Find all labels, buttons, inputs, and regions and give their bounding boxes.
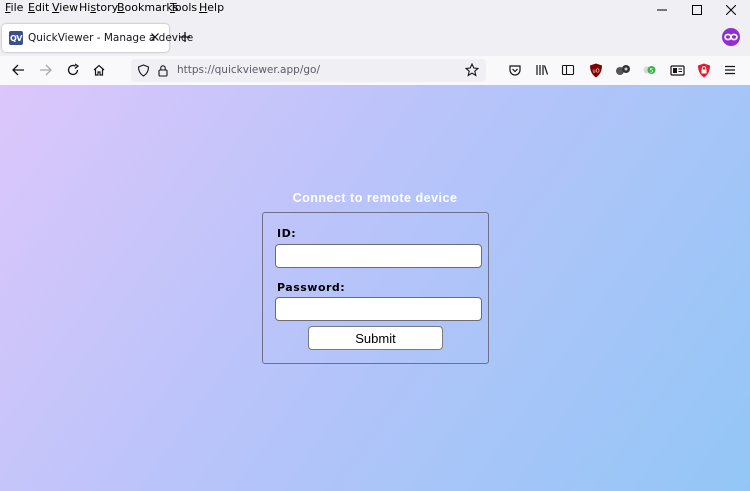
arrow-right-icon bbox=[40, 64, 52, 76]
address-bar[interactable]: https://quickviewer.app/go/ bbox=[131, 59, 486, 82]
tracking-shield-icon[interactable] bbox=[137, 64, 150, 77]
menu-history[interactable]: History bbox=[79, 1, 118, 14]
app-menu-button[interactable] bbox=[722, 62, 738, 78]
tab-close-button[interactable] bbox=[149, 31, 161, 43]
menu-help[interactable]: Help bbox=[199, 1, 224, 14]
tab-quickviewer[interactable]: QV QuickViewer - Manage a device bbox=[2, 24, 193, 52]
svg-text:uO: uO bbox=[592, 68, 599, 74]
reader-button[interactable] bbox=[669, 62, 685, 78]
id-label: ID: bbox=[277, 227, 297, 240]
menu-bar: File Edit View History Bookmarks Tools H… bbox=[0, 0, 750, 16]
menu-tools[interactable]: Tools bbox=[170, 1, 197, 14]
bookmark-star-button[interactable] bbox=[465, 63, 479, 77]
extension-green-button[interactable]: 5 bbox=[642, 62, 658, 78]
mask-icon bbox=[724, 33, 738, 41]
extension-green-icon: 5 bbox=[643, 66, 656, 75]
pocket-button[interactable] bbox=[507, 62, 523, 78]
maximize-button[interactable] bbox=[680, 0, 714, 20]
reload-button[interactable] bbox=[64, 61, 82, 79]
menu-edit[interactable]: Edit bbox=[28, 1, 49, 14]
navigation-bar: https://quickviewer.app/go/ uO 5 bbox=[0, 56, 750, 85]
close-window-button[interactable] bbox=[714, 0, 748, 20]
url-text[interactable]: https://quickviewer.app/go/ bbox=[177, 64, 320, 76]
id-input[interactable] bbox=[275, 244, 482, 268]
page-content: Connect to remote device ID: Password: S… bbox=[0, 85, 750, 491]
pocket-icon bbox=[509, 65, 521, 76]
tab-favicon: QV bbox=[9, 31, 23, 45]
extension-icon bbox=[616, 65, 630, 75]
menu-view[interactable]: View bbox=[52, 1, 78, 14]
menu-icon bbox=[725, 65, 735, 75]
password-input[interactable] bbox=[275, 297, 482, 321]
plus-icon bbox=[180, 32, 190, 42]
maximize-icon bbox=[692, 5, 702, 15]
connect-form: ID: Password: Submit bbox=[262, 212, 489, 364]
close-icon bbox=[726, 5, 736, 15]
reader-icon bbox=[669, 64, 685, 76]
password-label: Password: bbox=[277, 281, 346, 294]
back-button[interactable] bbox=[9, 61, 27, 79]
new-tab-button[interactable] bbox=[178, 30, 192, 44]
extension-button[interactable] bbox=[615, 62, 631, 78]
minimize-icon bbox=[657, 9, 667, 11]
library-icon bbox=[536, 65, 549, 75]
sidebar-icon bbox=[561, 64, 575, 76]
lock-icon[interactable] bbox=[157, 64, 169, 77]
shield-extension-button[interactable] bbox=[696, 62, 712, 78]
page-title: Connect to remote device bbox=[292, 191, 458, 205]
home-button[interactable] bbox=[90, 61, 108, 79]
minimize-button[interactable] bbox=[645, 0, 679, 20]
close-icon bbox=[151, 33, 159, 41]
submit-button[interactable]: Submit bbox=[308, 326, 443, 350]
home-icon bbox=[93, 64, 105, 76]
private-browsing-button[interactable] bbox=[722, 28, 740, 46]
shield-extension-icon bbox=[698, 63, 710, 77]
arrow-left-icon bbox=[12, 64, 24, 76]
menu-file[interactable]: File bbox=[5, 1, 23, 14]
forward-button[interactable] bbox=[37, 61, 55, 79]
reload-icon bbox=[67, 63, 80, 76]
ublock-button[interactable]: uO bbox=[588, 62, 604, 78]
library-button[interactable] bbox=[534, 62, 550, 78]
star-icon bbox=[465, 63, 479, 77]
sidebar-button[interactable] bbox=[560, 62, 576, 78]
svg-text:5: 5 bbox=[650, 68, 654, 75]
tab-title: QuickViewer - Manage a device bbox=[28, 32, 194, 44]
ublock-icon: uO bbox=[590, 63, 602, 77]
